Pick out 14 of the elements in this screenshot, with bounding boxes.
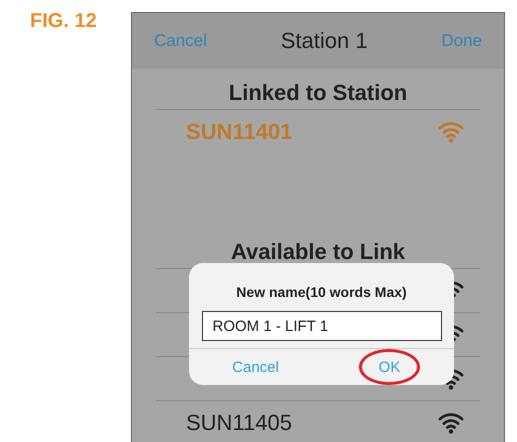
dialog-button[interactable]: Cancel <box>189 349 322 385</box>
cancel-button[interactable]: Cancel <box>154 31 207 51</box>
dialog-title: New name(10 words Max) <box>236 284 407 300</box>
station-name[interactable]: SUN11405 <box>186 410 292 436</box>
wifi-icon <box>438 412 464 434</box>
done-button[interactable]: Done <box>441 31 482 51</box>
screen-title: Station 1 <box>280 28 368 54</box>
section-heading: Linked to Station <box>228 79 408 107</box>
station-name[interactable]: SUN11401 <box>186 118 292 144</box>
name-input-field[interactable]: ROOM 1 - LIFT 1 <box>202 311 442 341</box>
dialog-button[interactable]: OK <box>358 349 420 385</box>
section-heading: Available to Link <box>230 238 406 266</box>
figure-label: FIG. 12 <box>30 10 97 32</box>
wifi-icon <box>438 120 464 142</box>
